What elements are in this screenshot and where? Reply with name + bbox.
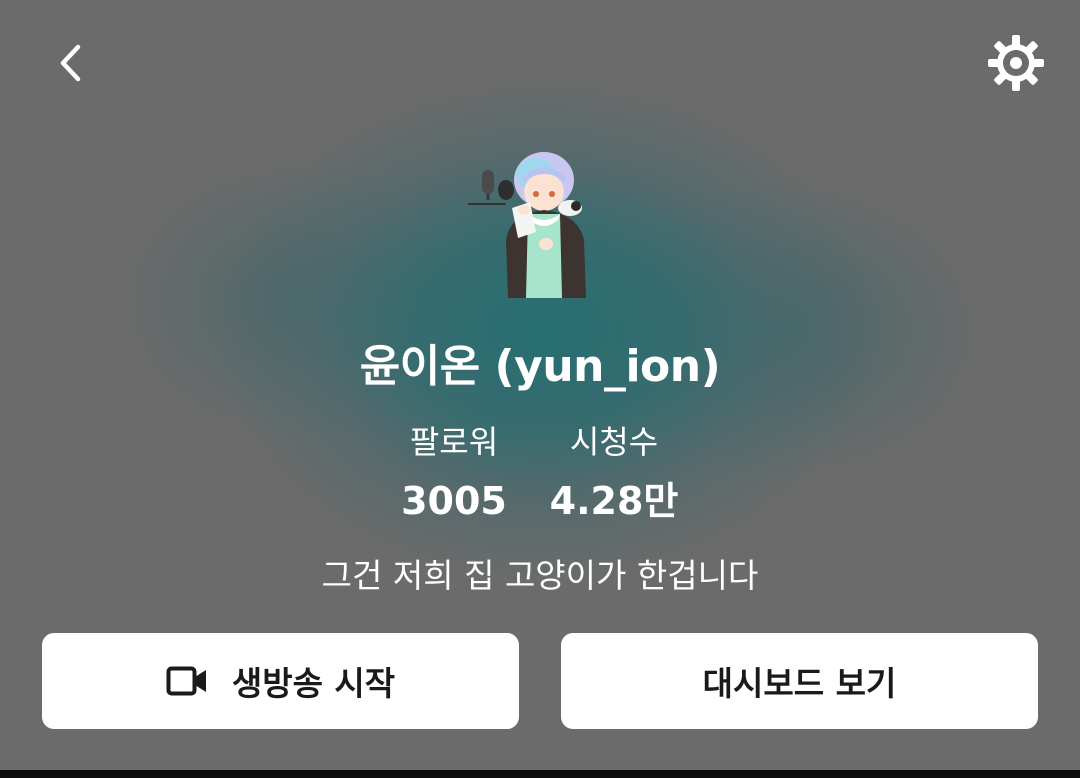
settings-button[interactable] (984, 31, 1048, 95)
dashboard-button[interactable]: 대시보드 보기 (561, 633, 1038, 729)
profile-name: 윤이온 (yun_ion) (359, 341, 721, 392)
start-live-label: 생방송 시작 (231, 664, 396, 703)
back-button[interactable] (48, 38, 98, 88)
avatar[interactable] (466, 148, 596, 298)
views-stat: 시청수 4.28만 (514, 420, 714, 523)
dashboard-label: 대시보드 보기 (702, 664, 897, 703)
gear-icon (988, 35, 1044, 91)
profile-bio: 그건 저희 집 고양이가 한겁니다 (321, 556, 759, 595)
views-count: 4.28만 (549, 479, 679, 523)
bottom-edge (0, 770, 1080, 778)
video-camera-icon (166, 664, 208, 698)
views-label: 시청수 (569, 423, 659, 461)
chevron-left-icon (60, 44, 81, 82)
start-live-button[interactable]: 생방송 시작 (42, 633, 519, 729)
